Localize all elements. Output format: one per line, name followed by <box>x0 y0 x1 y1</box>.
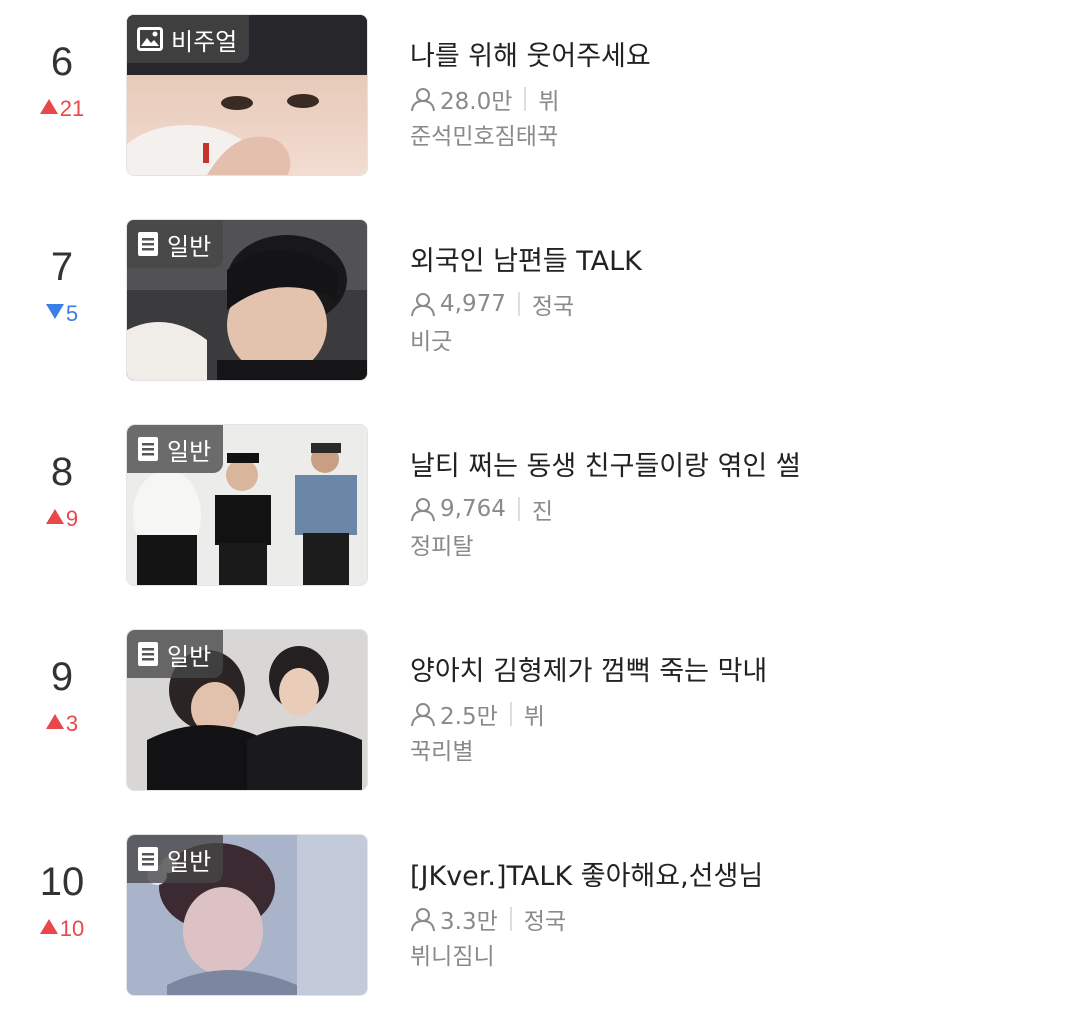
item-info[interactable]: 외국인 남편들 TALK 4,977 정국 비긋 <box>410 205 1060 369</box>
rank-change: 21 <box>22 96 102 122</box>
item-meta: 2.5만 뷔 <box>410 699 545 730</box>
list-item[interactable]: 8 9 일반 날티 쩌는 동생 친구들이랑 엮인 썰 9,764 진 정피탈 <box>0 410 1080 586</box>
member-tag: 진 <box>531 499 554 525</box>
item-info[interactable]: 나를 위해 웃어주세요 28.0만 뷔 준석민호짐태꾹 <box>410 0 1060 164</box>
rank-change: 5 <box>22 301 102 327</box>
item-info[interactable]: [JKver.]TALK 좋아해요,선생님 3.3만 정국 뷔니짐니 <box>410 820 1060 984</box>
document-icon <box>137 641 159 667</box>
category-badge: 일반 <box>127 425 224 473</box>
meta-divider <box>509 702 512 726</box>
rank-up-icon <box>39 99 58 114</box>
rank-change-value: 9 <box>65 506 79 531</box>
category-badge: 일반 <box>127 835 224 883</box>
item-title[interactable]: 나를 위해 웃어주세요 <box>410 40 651 74</box>
badge-label: 일반 <box>167 847 212 876</box>
author-name[interactable]: 뷔니짐니 <box>410 942 495 972</box>
member-tag: 정국 <box>531 294 575 320</box>
item-title[interactable]: 외국인 남편들 TALK <box>410 245 642 279</box>
rank-change-value: 3 <box>65 711 79 736</box>
item-title[interactable]: [JKver.]TALK 좋아해요,선생님 <box>410 860 763 894</box>
item-meta: 28.0만 뷔 <box>410 84 560 115</box>
document-icon <box>137 231 159 257</box>
thumbnail[interactable]: 일반 <box>126 219 368 381</box>
member-tag: 정국 <box>523 909 567 935</box>
category-badge: 일반 <box>127 220 224 268</box>
rank-change: 9 <box>22 506 102 532</box>
rank-number: 6 <box>50 40 74 84</box>
view-count: 28.0만 <box>440 89 513 115</box>
rank-down-icon <box>45 304 64 319</box>
badge-label: 일반 <box>167 232 212 261</box>
thumbnail[interactable]: 비주얼 <box>126 14 368 176</box>
view-count: 3.3만 <box>440 909 498 935</box>
document-icon <box>137 846 159 872</box>
rank-column: 8 9 <box>22 410 102 574</box>
user-icon <box>410 86 436 112</box>
thumbnail[interactable]: 일반 <box>126 629 368 791</box>
author-name[interactable]: 비긋 <box>410 327 452 357</box>
user-icon <box>410 906 436 932</box>
rank-change: 10 <box>22 916 102 942</box>
list-item[interactable]: 6 21 비주얼 나를 위해 웃어주세요 28.0만 뷔 준석민호짐태꾹 <box>0 0 1080 176</box>
rank-column: 10 10 <box>22 820 102 984</box>
rank-column: 9 3 <box>22 615 102 779</box>
meta-divider <box>517 497 520 521</box>
image-icon <box>137 27 163 51</box>
ranking-list: 6 21 비주얼 나를 위해 웃어주세요 28.0만 뷔 준석민호짐태꾹 7 5… <box>0 0 1080 1014</box>
member-tag: 뷔 <box>538 89 560 115</box>
meta-divider <box>517 292 520 316</box>
item-info[interactable]: 양아치 김형제가 껌뻑 죽는 막내 2.5만 뷔 꾹리별 <box>410 615 1060 779</box>
view-count: 9,764 <box>440 496 506 522</box>
rank-change-value: 5 <box>65 301 79 326</box>
category-badge: 일반 <box>127 630 224 678</box>
rank-number: 8 <box>50 450 74 494</box>
item-meta: 3.3만 정국 <box>410 904 567 935</box>
badge-label: 비주얼 <box>171 27 238 56</box>
badge-label: 일반 <box>167 642 212 671</box>
item-meta: 9,764 진 <box>410 494 554 525</box>
item-title[interactable]: 날티 쩌는 동생 친구들이랑 엮인 썰 <box>410 450 801 484</box>
item-meta: 4,977 정국 <box>410 289 575 320</box>
rank-up-icon <box>45 714 64 729</box>
thumbnail[interactable]: 일반 <box>126 424 368 586</box>
view-count: 4,977 <box>440 291 506 317</box>
user-icon <box>410 291 436 317</box>
rank-up-icon <box>45 509 64 524</box>
rank-change-value: 21 <box>59 96 85 121</box>
meta-divider <box>524 87 527 111</box>
item-title[interactable]: 양아치 김형제가 껌뻑 죽는 막내 <box>410 655 767 689</box>
rank-up-icon <box>39 919 58 934</box>
thumbnail[interactable]: 일반 <box>126 834 368 996</box>
rank-number: 7 <box>50 245 74 289</box>
category-badge: 비주얼 <box>127 15 250 63</box>
document-icon <box>137 436 159 462</box>
meta-divider <box>509 907 512 931</box>
author-name[interactable]: 준석민호짐태꾹 <box>410 122 558 152</box>
rank-change: 3 <box>22 711 102 737</box>
author-name[interactable]: 꾹리별 <box>410 737 473 767</box>
badge-label: 일반 <box>167 437 212 466</box>
rank-number: 10 <box>39 860 85 904</box>
member-tag: 뷔 <box>523 704 545 730</box>
rank-number: 9 <box>50 655 74 699</box>
list-item[interactable]: 10 10 일반 [JKver.]TALK 좋아해요,선생님 3.3만 정국 뷔… <box>0 820 1080 996</box>
user-icon <box>410 701 436 727</box>
author-name[interactable]: 정피탈 <box>410 532 473 562</box>
rank-column: 7 5 <box>22 205 102 369</box>
list-item[interactable]: 9 3 일반 양아치 김형제가 껌뻑 죽는 막내 2.5만 뷔 꾹리별 <box>0 615 1080 791</box>
rank-column: 6 21 <box>22 0 102 164</box>
list-item[interactable]: 7 5 일반 외국인 남편들 TALK 4,977 정국 비긋 <box>0 205 1080 381</box>
view-count: 2.5만 <box>440 704 498 730</box>
user-icon <box>410 496 436 522</box>
rank-change-value: 10 <box>59 916 85 941</box>
item-info[interactable]: 날티 쩌는 동생 친구들이랑 엮인 썰 9,764 진 정피탈 <box>410 410 1060 574</box>
